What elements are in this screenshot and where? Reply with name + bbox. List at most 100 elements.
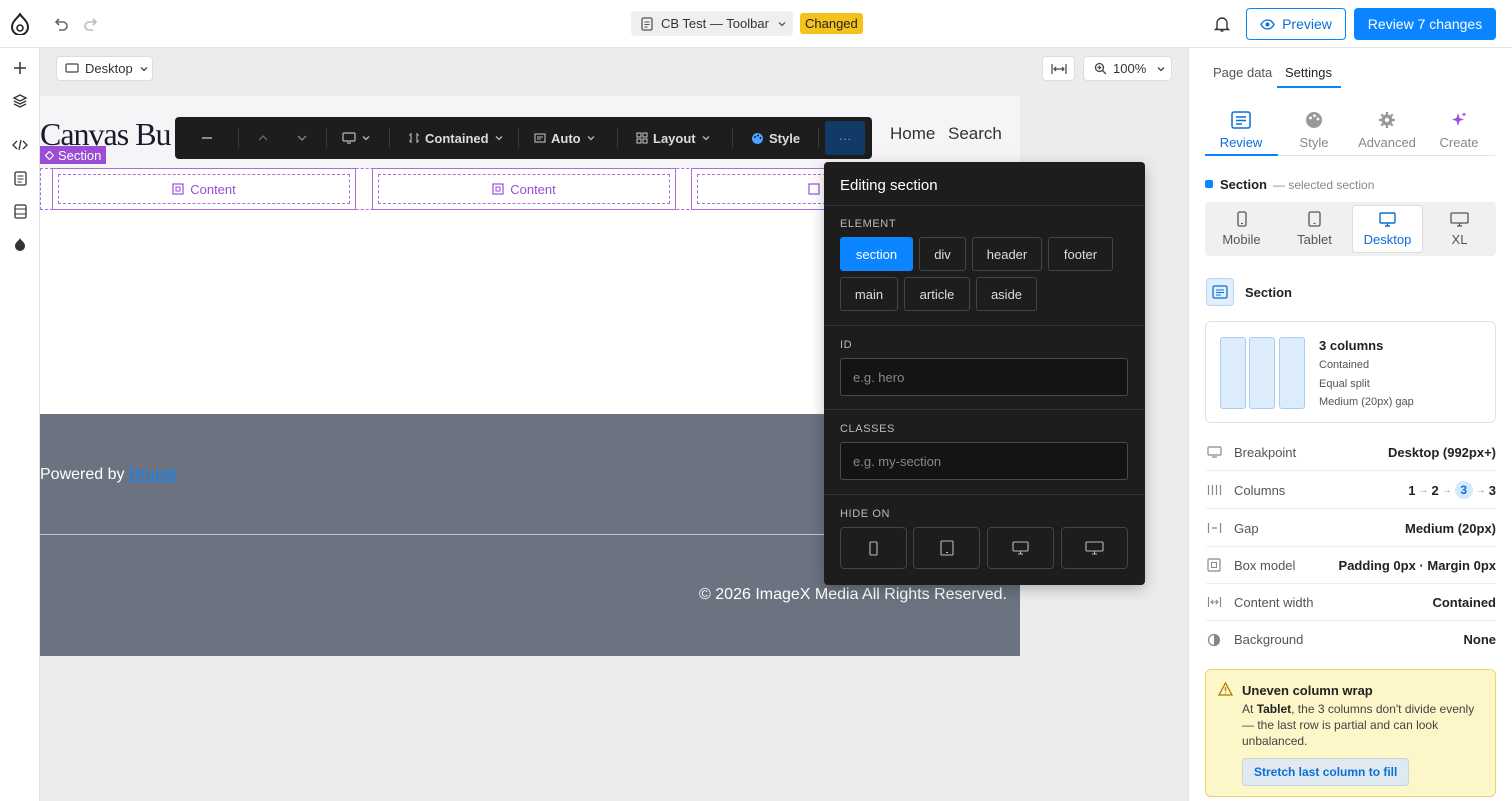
content-column-2[interactable]: Content xyxy=(372,168,676,210)
prop-box-model[interactable]: Box model Padding 0px · Margin 0px xyxy=(1206,547,1496,584)
undo-icon[interactable] xyxy=(52,15,70,33)
zoom-icon xyxy=(1094,62,1107,75)
add-icon[interactable] xyxy=(10,58,30,78)
prop-gap[interactable]: Gap Medium (20px) xyxy=(1206,510,1496,547)
tab-settings[interactable]: Settings xyxy=(1285,65,1332,80)
selected-dot xyxy=(1205,180,1213,188)
page-icon[interactable] xyxy=(10,168,30,188)
prop-background[interactable]: Background None xyxy=(1206,621,1496,658)
changed-badge: Changed xyxy=(800,13,863,34)
summary-line: Contained xyxy=(1319,359,1370,371)
element-option-header[interactable]: header xyxy=(972,237,1042,271)
prop-value: Medium (20px) xyxy=(1404,520,1496,536)
prop-key: Columns xyxy=(1234,482,1286,498)
id-input[interactable]: e.g. hero xyxy=(840,358,1128,396)
monitor-icon xyxy=(1206,444,1222,460)
move-down-button[interactable] xyxy=(296,117,308,159)
style-button[interactable]: Style xyxy=(751,117,800,159)
classes-input[interactable]: e.g. my-section xyxy=(840,442,1128,480)
warning-body-strong: Tablet xyxy=(1256,702,1292,716)
drupal-link[interactable]: Drupal xyxy=(129,466,176,483)
viewport-select[interactable]: Desktop xyxy=(56,56,153,81)
style-label: Style xyxy=(769,130,801,146)
hide-desktop-button[interactable] xyxy=(987,527,1054,569)
breakpoint-desktop[interactable]: Desktop xyxy=(1352,205,1423,253)
desktop-icon xyxy=(1012,541,1029,555)
element-option-div[interactable]: div xyxy=(919,237,966,271)
mobile-icon xyxy=(1236,211,1247,227)
prop-columns[interactable]: Columns 1 → 2 → 3 → 3 xyxy=(1206,472,1496,509)
breakpoint-tablet[interactable]: Tablet xyxy=(1279,205,1350,253)
breakpoint-mobile-label: Mobile xyxy=(1222,232,1261,247)
prop-key: Box model xyxy=(1234,557,1296,573)
collapse-button[interactable] xyxy=(201,117,213,159)
toolbar-divider xyxy=(326,128,327,148)
hide-mobile-button[interactable] xyxy=(840,527,907,569)
drupal-logo-icon[interactable] xyxy=(10,13,30,35)
element-option-footer[interactable]: footer xyxy=(1048,237,1113,271)
height-select[interactable]: Auto xyxy=(534,117,596,159)
column-preview-2 xyxy=(1249,337,1275,409)
device-select[interactable] xyxy=(342,117,371,159)
element-option-section[interactable]: section xyxy=(840,237,913,271)
breakpoint-xl[interactable]: XL xyxy=(1424,205,1495,253)
nav-home[interactable]: Home xyxy=(890,124,935,144)
document-selector[interactable]: CB Test — Toolbar xyxy=(631,11,793,36)
element-option-aside[interactable]: aside xyxy=(976,277,1037,311)
tab-page-data[interactable]: Page data xyxy=(1213,65,1272,80)
arrow-right-icon: → xyxy=(1475,484,1486,496)
template-icon[interactable] xyxy=(10,201,30,221)
section-toolbar: Contained Auto Layout Style ··· xyxy=(175,117,872,159)
zoom-label: 100% xyxy=(1113,61,1147,76)
prop-breakpoint[interactable]: Breakpoint Desktop (992px+) xyxy=(1206,434,1496,471)
stretch-last-column-button[interactable]: Stretch last column to fill xyxy=(1242,758,1410,786)
arrow-right-icon: → xyxy=(1418,484,1429,496)
content-icon xyxy=(492,183,504,195)
arrow-right-icon: → xyxy=(1441,484,1452,496)
layers-icon[interactable] xyxy=(10,91,30,111)
drupal-icon[interactable] xyxy=(10,234,30,254)
columns-steps: 1 → 2 → 3 → 3 xyxy=(1408,481,1496,499)
component-name: Section xyxy=(1245,285,1292,300)
prop-key: Gap xyxy=(1234,520,1259,536)
nav-search[interactable]: Search xyxy=(948,124,1002,144)
code-icon[interactable] xyxy=(10,135,30,155)
tab-settings-underline xyxy=(1277,86,1341,88)
zoom-select[interactable]: 100% xyxy=(1083,56,1172,81)
content-label: Content xyxy=(510,181,556,197)
element-option-main[interactable]: main xyxy=(840,277,898,311)
subtab-style[interactable]: Style xyxy=(1278,104,1350,156)
move-up-button[interactable] xyxy=(257,117,269,159)
redo-icon[interactable] xyxy=(82,15,100,33)
content-column-1[interactable]: Content xyxy=(52,168,356,210)
tablet-icon xyxy=(1308,211,1321,227)
columns-step: 1 xyxy=(1408,482,1416,498)
layout-label: Layout xyxy=(653,130,696,146)
column-wrap-warning: Uneven column wrap At Tablet, the 3 colu… xyxy=(1205,669,1496,797)
divider xyxy=(824,494,1145,495)
subtab-advanced[interactable]: Advanced xyxy=(1351,104,1423,156)
fit-width-button[interactable] xyxy=(1042,56,1075,81)
prop-value: Padding 0px · Margin 0px xyxy=(1338,557,1496,573)
breakpoint-mobile[interactable]: Mobile xyxy=(1206,205,1277,253)
prop-value: Contained xyxy=(1432,594,1496,610)
element-option-article[interactable]: article xyxy=(904,277,970,311)
review-changes-button[interactable]: Review 7 changes xyxy=(1354,8,1496,40)
section-tag[interactable]: Section xyxy=(40,146,107,164)
hide-xl-button[interactable] xyxy=(1061,527,1128,569)
subtab-create[interactable]: Create xyxy=(1423,104,1495,156)
chevron-down-icon xyxy=(586,133,596,143)
more-options-button[interactable]: ··· xyxy=(825,121,865,155)
layout-select[interactable]: Layout xyxy=(636,117,711,159)
preview-button[interactable]: Preview xyxy=(1246,8,1346,40)
content-width-icon xyxy=(1206,594,1222,610)
hide-tablet-button[interactable] xyxy=(913,527,980,569)
prop-content-width[interactable]: Content width Contained xyxy=(1206,584,1496,621)
breakpoint-xl-label: XL xyxy=(1451,231,1468,247)
width-select[interactable]: Contained xyxy=(408,117,504,159)
bell-icon[interactable] xyxy=(1214,15,1230,33)
prop-value: Desktop (992px+) xyxy=(1387,444,1496,460)
subtab-review[interactable]: Review xyxy=(1205,104,1277,156)
component-icon xyxy=(1206,278,1234,306)
content-column-3[interactable] xyxy=(691,168,831,210)
